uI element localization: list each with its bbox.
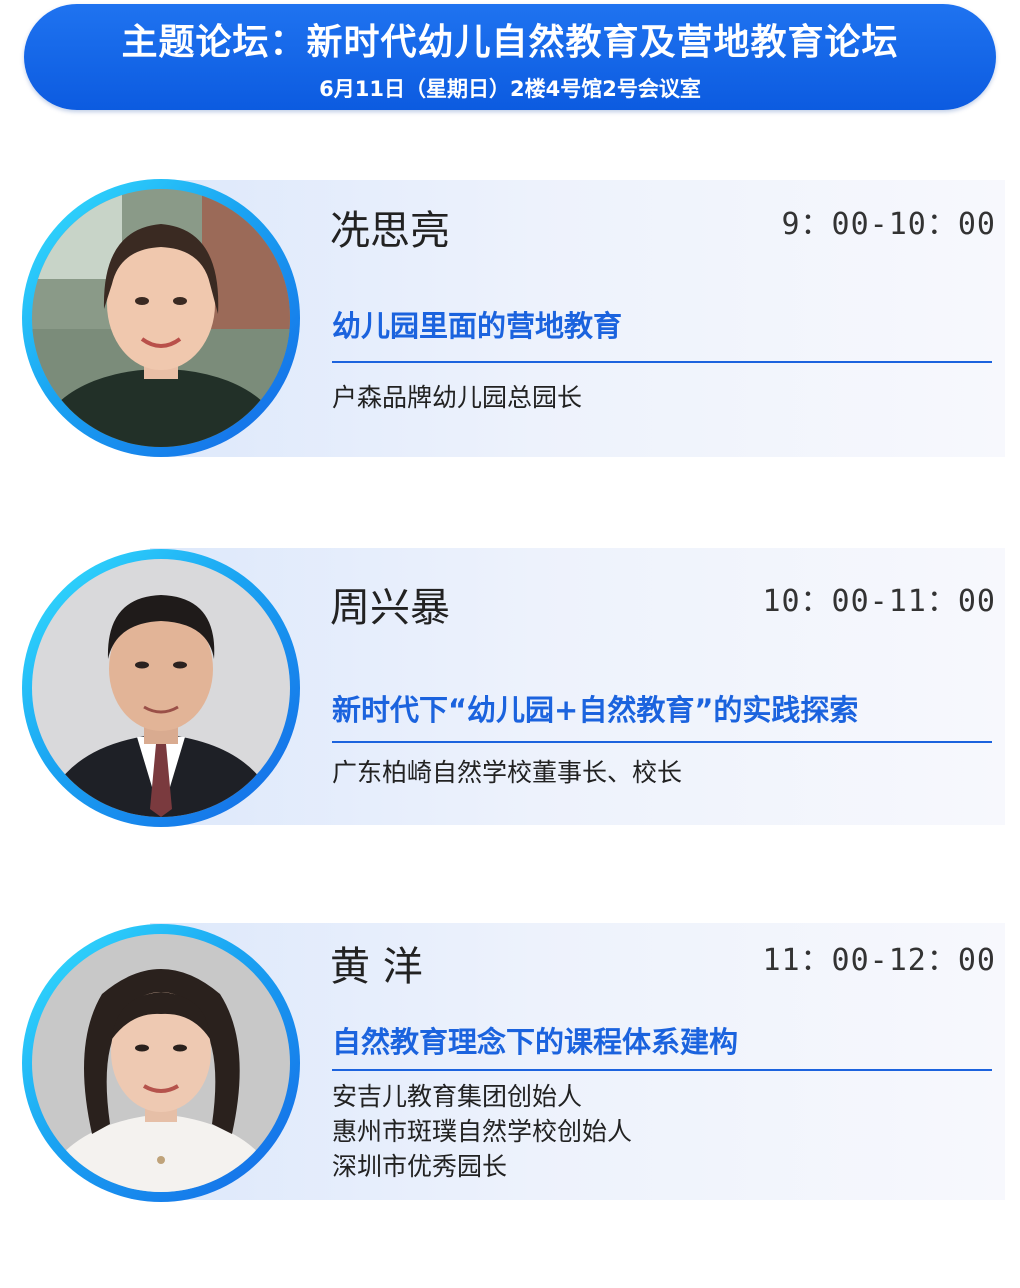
- topic-divider: [332, 361, 992, 363]
- speaker-role: 广东柏崎自然学校董事长、校长: [332, 758, 683, 787]
- speaker-time: 10：00-11：00: [762, 584, 996, 619]
- topic-divider: [332, 1069, 992, 1071]
- speaker-time: 11：00-12：00: [762, 943, 996, 978]
- speaker-photo: [32, 559, 290, 817]
- forum-title: 主题论坛：新时代幼儿自然教育及营地教育论坛: [121, 22, 899, 63]
- speaker-roles: 户森品牌幼儿园总园长: [332, 380, 582, 415]
- speaker-time: 9：00-10：00: [781, 207, 996, 242]
- speaker-role: 户森品牌幼儿园总园长: [332, 383, 583, 412]
- speaker-photo-ring: [22, 924, 300, 1202]
- speaker-topic: 新时代下“幼儿园+自然教育”的实践探索: [332, 693, 859, 727]
- speaker-portrait-image: [32, 934, 290, 1192]
- speaker-topic: 自然教育理念下的课程体系建构: [332, 1025, 739, 1059]
- speaker-name: 周兴暴: [330, 585, 450, 631]
- forum-header-banner: 主题论坛：新时代幼儿自然教育及营地教育论坛 6月11日（星期日）2楼4号馆2号会…: [24, 4, 996, 110]
- speaker-topic: 幼儿园里面的营地教育: [332, 309, 623, 343]
- speaker-roles: 广东柏崎自然学校董事长、校长: [332, 755, 682, 790]
- speaker-photo-ring: [22, 179, 300, 457]
- forum-date-location: 6月11日（星期日）2楼4号馆2号会议室: [319, 77, 701, 101]
- speaker-name: 黄 洋: [330, 944, 423, 990]
- topic-divider: [332, 741, 992, 743]
- speaker-role: 深圳市优秀园长: [332, 1152, 508, 1181]
- speaker-roles: 安吉儿教育集团创始人 惠州市斑璞自然学校创始人 深圳市优秀园长: [332, 1079, 632, 1184]
- speaker-photo-ring: [22, 549, 300, 827]
- speaker-name: 冼思亮: [330, 208, 450, 254]
- speaker-photo: [32, 189, 290, 447]
- speaker-photo: [32, 934, 290, 1192]
- speaker-role: 安吉儿教育集团创始人: [332, 1082, 583, 1111]
- speaker-portrait-image: [32, 559, 290, 817]
- speaker-portrait-image: [32, 189, 290, 447]
- speaker-role: 惠州市斑璞自然学校创始人: [332, 1117, 633, 1146]
